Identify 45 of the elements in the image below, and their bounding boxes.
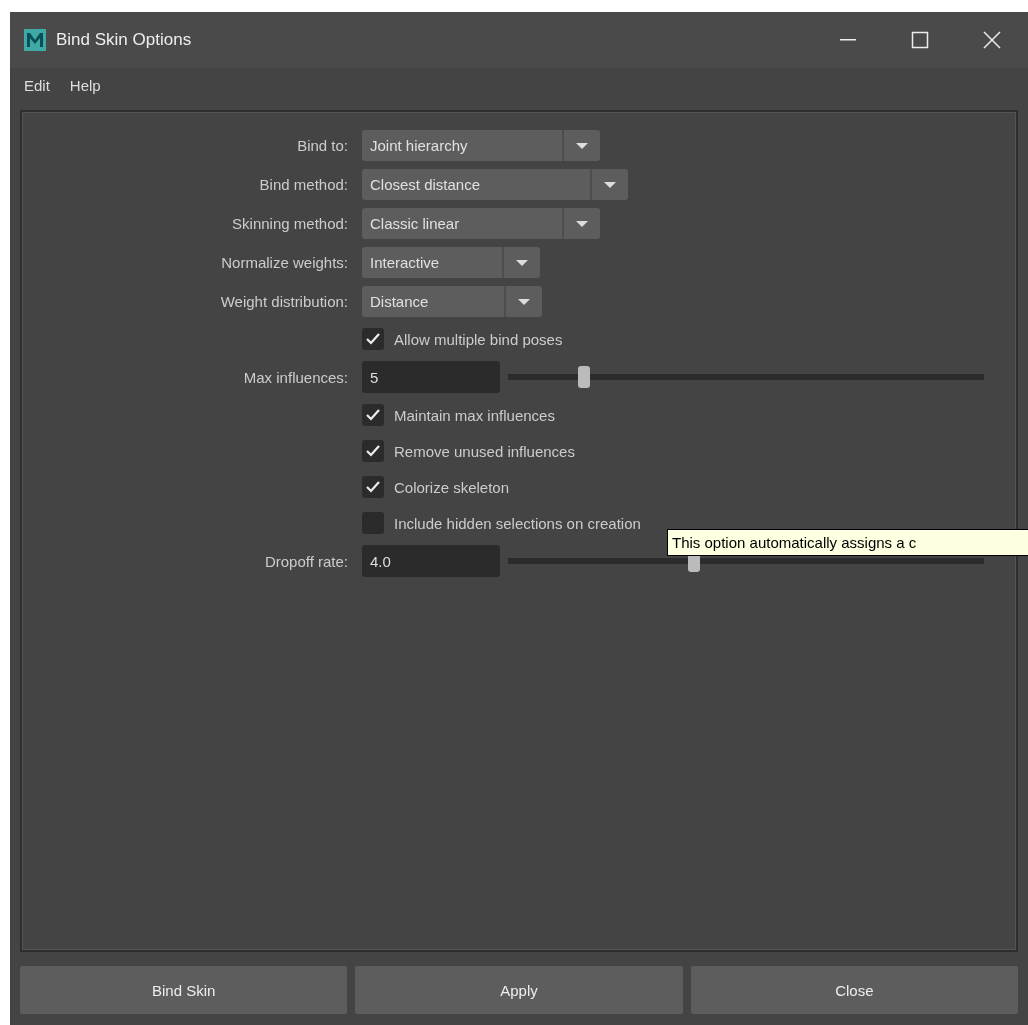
checkbox[interactable]	[362, 440, 384, 462]
menu-item[interactable]: Help	[59, 76, 111, 94]
checkbox-label: Colorize skeleton	[394, 478, 510, 496]
caret-icon	[518, 298, 530, 305]
dropdown[interactable]: Closest distance	[362, 169, 628, 200]
field-label: Normalize weights:	[220, 254, 348, 271]
input-field[interactable]: 4.0	[362, 545, 500, 577]
caret-icon	[576, 220, 588, 227]
checkbox[interactable]	[362, 404, 384, 426]
minimize-icon	[840, 39, 856, 41]
checkbox-label: Remove unused influences	[394, 442, 575, 460]
dropdown[interactable]: Joint hierarchy	[362, 130, 600, 161]
checkbox[interactable]	[362, 328, 384, 350]
maximize-icon	[911, 31, 929, 49]
field-label: Weight distribution:	[219, 293, 348, 310]
check-icon	[365, 407, 381, 423]
tooltip: This option automatically assigns a c	[667, 529, 1028, 556]
window-title: Bind Skin Options	[56, 30, 193, 50]
checkbox[interactable]	[362, 476, 384, 498]
dropdown[interactable]: Classic linear	[362, 208, 600, 239]
checkbox[interactable]	[362, 512, 384, 534]
menu-item[interactable]: Edit	[14, 76, 60, 94]
caret-icon	[604, 181, 616, 188]
field-label: Bind to:	[296, 137, 348, 154]
check-icon	[365, 443, 381, 459]
slider-thumb[interactable]	[578, 366, 591, 388]
field-label: Skinning method:	[231, 215, 348, 232]
dialog-button[interactable]: Apply	[355, 966, 683, 1014]
checkbox-label: Maintain max influences	[394, 406, 555, 424]
input-field[interactable]: 5	[362, 361, 500, 393]
close-icon	[983, 31, 1001, 49]
check-icon	[365, 479, 381, 495]
dialog-button[interactable]: Close	[690, 966, 1018, 1014]
field-label: Dropoff rate:	[263, 552, 348, 570]
field-label: Max influences:	[242, 368, 348, 386]
dropdown[interactable]: Interactive	[362, 247, 540, 278]
checkbox-label: Include hidden selections on creation	[394, 514, 641, 532]
app-logo-icon	[24, 29, 46, 51]
check-icon	[365, 331, 381, 347]
checkbox-label: Allow multiple bind poses	[394, 330, 563, 348]
dropdown[interactable]: Distance	[362, 286, 542, 317]
caret-icon	[576, 142, 588, 149]
field-label: Bind method:	[258, 176, 348, 193]
caret-icon	[516, 259, 528, 266]
dialog-button[interactable]: Bind Skin	[20, 966, 348, 1014]
